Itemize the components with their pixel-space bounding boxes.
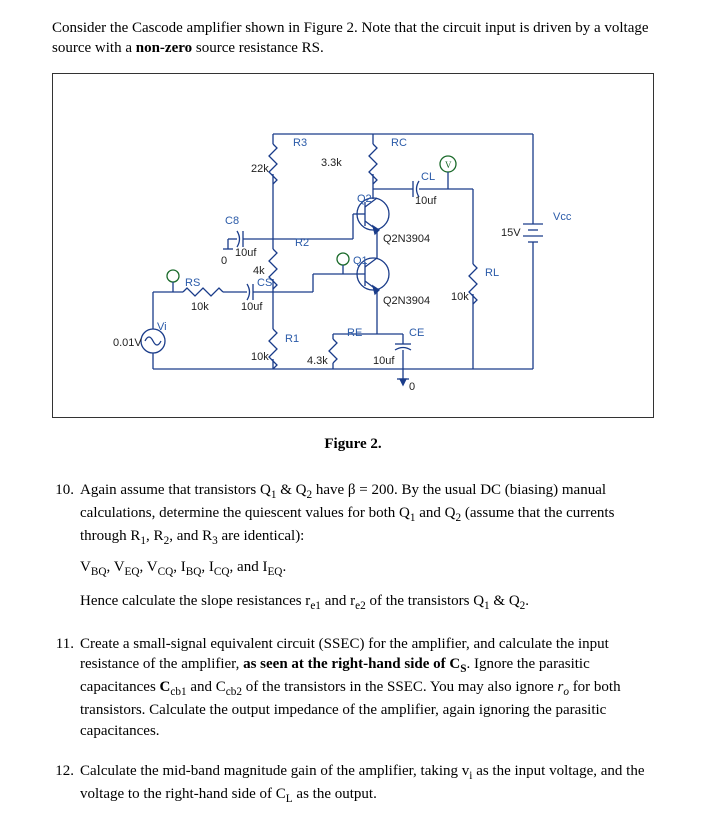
figure-2-circuit: V bbox=[52, 73, 654, 418]
figure-caption: Figure 2. bbox=[52, 434, 654, 454]
circuit-svg: V bbox=[53, 74, 651, 417]
label-rs: RS bbox=[185, 276, 200, 291]
question-12: 12. Calculate the mid-band magnitude gai… bbox=[52, 761, 654, 813]
svg-text:V: V bbox=[445, 160, 452, 170]
value-rl: 10k bbox=[451, 290, 469, 305]
label-r2: R2 bbox=[295, 236, 309, 251]
label-vi: Vi bbox=[157, 320, 167, 335]
value-r1: 10k bbox=[251, 350, 269, 365]
q10-p3: Hence calculate the slope resistances re… bbox=[80, 591, 654, 614]
label-c8: C8 bbox=[225, 214, 239, 229]
label-q1: Q1 bbox=[353, 254, 368, 269]
gnd-main: 0 bbox=[409, 380, 415, 395]
q10-number: 10. bbox=[52, 480, 80, 620]
value-c8: 10uf bbox=[235, 246, 256, 261]
value-r3: 22k bbox=[251, 162, 269, 177]
q12-p1: Calculate the mid-band magnitude gain of… bbox=[80, 761, 654, 807]
question-11: 11. Create a small-signal equivalent cir… bbox=[52, 634, 654, 747]
label-r3: R3 bbox=[293, 136, 307, 151]
q10-body: Again assume that transistors Q1 & Q2 ha… bbox=[80, 480, 654, 620]
q11-p1: Create a small-signal equivalent circuit… bbox=[80, 634, 654, 741]
label-q2: Q2 bbox=[357, 192, 372, 207]
value-rc: 3.3k bbox=[321, 156, 342, 171]
value-vi: 0.01V bbox=[113, 336, 142, 351]
gnd-c8: 0 bbox=[221, 254, 227, 269]
q10-p1: Again assume that transistors Q1 & Q2 ha… bbox=[80, 480, 654, 550]
label-cs: CS bbox=[257, 276, 272, 291]
q10-vals: VBQ, VEQ, VCQ, IBQ, ICQ, and IEQ. bbox=[80, 557, 654, 580]
value-rs: 10k bbox=[191, 300, 209, 315]
intro-bold: non-zero bbox=[136, 40, 192, 56]
label-rc: RC bbox=[391, 136, 407, 151]
value-cl: 10uf bbox=[415, 194, 436, 209]
label-r1: R1 bbox=[285, 332, 299, 347]
model-q2: Q2N3904 bbox=[383, 232, 430, 247]
model-q1: Q2N3904 bbox=[383, 294, 430, 309]
intro-part-c: source resistance RS. bbox=[192, 40, 324, 56]
q12-number: 12. bbox=[52, 761, 80, 813]
label-cl: CL bbox=[421, 170, 435, 185]
label-rl: RL bbox=[485, 266, 499, 281]
intro-text: Consider the Cascode amplifier shown in … bbox=[52, 18, 654, 59]
q12-body: Calculate the mid-band magnitude gain of… bbox=[80, 761, 654, 813]
value-re: 4.3k bbox=[307, 354, 328, 369]
label-ce: CE bbox=[409, 326, 424, 341]
value-vcc: 15V bbox=[501, 226, 521, 241]
value-cs: 10uf bbox=[241, 300, 262, 315]
q11-body: Create a small-signal equivalent circuit… bbox=[80, 634, 654, 747]
label-vcc: Vcc bbox=[553, 210, 571, 225]
label-re: RE bbox=[347, 326, 362, 341]
value-ce: 10uf bbox=[373, 354, 394, 369]
q11-number: 11. bbox=[52, 634, 80, 747]
question-10: 10. Again assume that transistors Q1 & Q… bbox=[52, 480, 654, 620]
